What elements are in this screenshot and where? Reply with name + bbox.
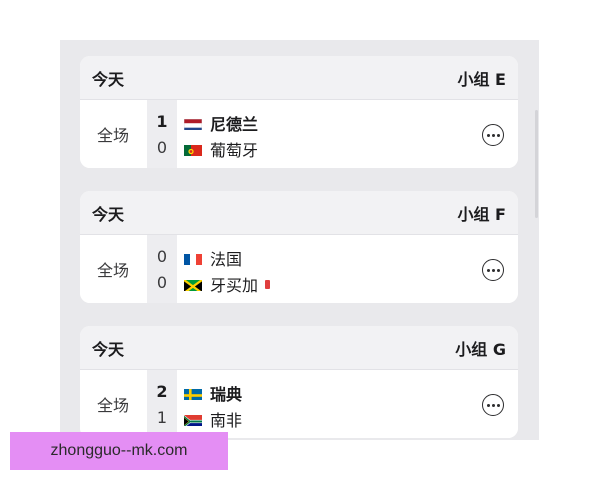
match-period: 全场 bbox=[96, 126, 129, 145]
away-team[interactable]: 牙买加 bbox=[184, 272, 271, 296]
group-label: 小组 F bbox=[457, 204, 506, 224]
away-score: 1 bbox=[156, 408, 168, 427]
home-team[interactable]: 法国 bbox=[184, 246, 242, 270]
away-score: 0 bbox=[156, 138, 168, 157]
match-card-group-f[interactable]: 今天 小组 F 全场 0 0 法国 牙买加 bbox=[80, 191, 518, 303]
match-list: 今天 小组 E 全场 1 0 尼德兰 葡萄牙 今天 小组 F 全场 0 0 法国… bbox=[60, 40, 539, 440]
home-team[interactable]: 尼德兰 bbox=[184, 111, 258, 135]
match-card-header: 今天 小组 E bbox=[80, 56, 518, 100]
match-period: 全场 bbox=[96, 261, 129, 280]
group-label: 小组 G bbox=[455, 339, 506, 359]
france-flag-icon bbox=[184, 252, 202, 265]
home-team-name: 瑞典 bbox=[210, 385, 243, 404]
match-card-group-g[interactable]: 今天 小组 G 全场 2 1 瑞典 南非 bbox=[80, 326, 518, 438]
home-team[interactable]: 瑞典 bbox=[184, 381, 242, 405]
home-team-name: 尼德兰 bbox=[210, 115, 259, 134]
score-column: 2 1 bbox=[147, 370, 177, 438]
away-score: 0 bbox=[156, 273, 168, 292]
scrollbar[interactable] bbox=[535, 110, 538, 218]
match-card-body: 全场 0 0 法国 牙买加 bbox=[80, 235, 518, 303]
red-card-icon bbox=[265, 279, 271, 289]
match-card-body: 全场 2 1 瑞典 南非 bbox=[80, 370, 518, 438]
away-team-name: 南非 bbox=[210, 411, 243, 430]
portugal-flag-icon bbox=[184, 143, 202, 156]
away-team-name: 葡萄牙 bbox=[210, 141, 259, 160]
match-card-header: 今天 小组 G bbox=[80, 326, 518, 370]
group-label: 小组 E bbox=[457, 69, 506, 89]
match-day-label: 今天 bbox=[92, 204, 125, 224]
home-score: 1 bbox=[156, 112, 168, 131]
jamaica-flag-icon bbox=[184, 278, 202, 291]
more-options-icon[interactable] bbox=[482, 259, 504, 281]
match-card-header: 今天 小组 F bbox=[80, 191, 518, 235]
away-team[interactable]: 葡萄牙 bbox=[184, 137, 258, 161]
match-card-body: 全场 1 0 尼德兰 葡萄牙 bbox=[80, 100, 518, 168]
away-team[interactable]: 南非 bbox=[184, 407, 242, 431]
south-africa-flag-icon bbox=[184, 413, 202, 426]
score-column: 0 0 bbox=[147, 235, 177, 303]
more-options-icon[interactable] bbox=[482, 124, 504, 146]
match-period: 全场 bbox=[96, 396, 129, 415]
home-score: 0 bbox=[156, 247, 168, 266]
more-options-icon[interactable] bbox=[482, 394, 504, 416]
match-day-label: 今天 bbox=[92, 69, 125, 89]
match-card-group-e[interactable]: 今天 小组 E 全场 1 0 尼德兰 葡萄牙 bbox=[80, 56, 518, 168]
score-column: 1 0 bbox=[147, 100, 177, 168]
match-day-label: 今天 bbox=[92, 339, 125, 359]
watermark-text: zhongguo--mk.com bbox=[50, 442, 188, 459]
away-team-name: 牙买加 bbox=[210, 276, 259, 295]
netherlands-flag-icon bbox=[184, 117, 202, 130]
sweden-flag-icon bbox=[184, 387, 202, 400]
home-team-name: 法国 bbox=[210, 250, 243, 269]
home-score: 2 bbox=[156, 382, 168, 401]
watermark-banner: zhongguo--mk.com bbox=[10, 432, 228, 470]
